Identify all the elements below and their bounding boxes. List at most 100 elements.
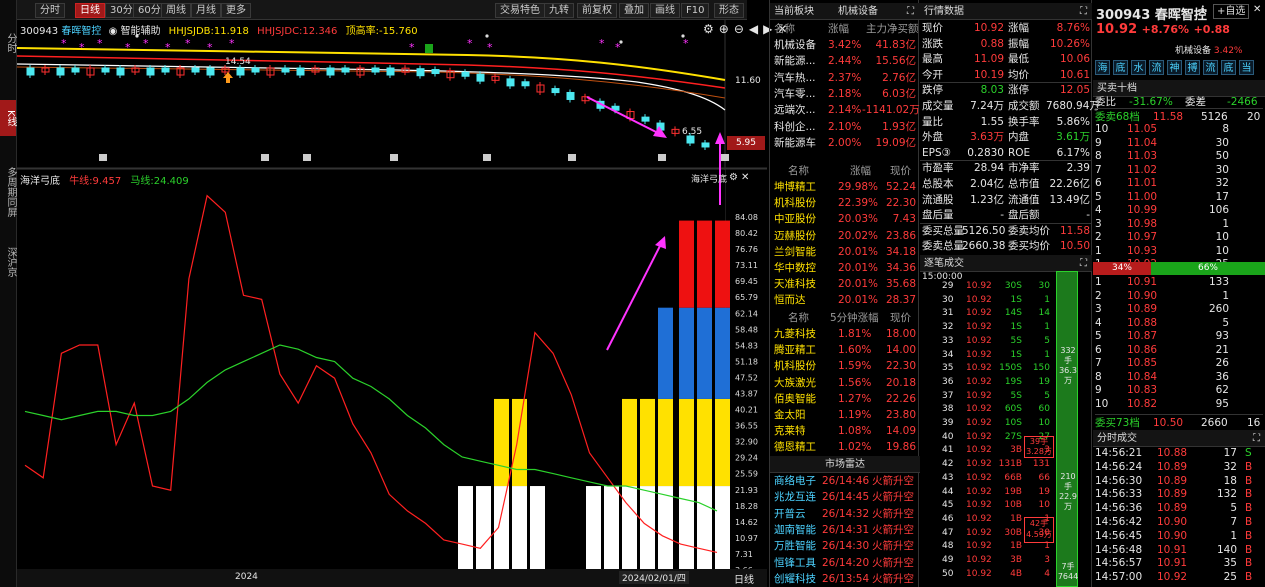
stock-sector-tag[interactable]: 机械设备 3.42% [1175,43,1242,56]
gainer-row[interactable]: 坤博精工 29.98% 52.24 [774,179,916,195]
gainer5-row[interactable]: 佰奥智能 1.27% 22.26 [774,391,916,407]
gainer5-row[interactable]: 腾亚精工 1.60% 14.00 [774,342,916,358]
osc-y-tick: 80.42 [735,229,758,238]
feature-flag[interactable]: 水 [1131,60,1146,75]
book-row[interactable]: 4 10.88 5 [1095,317,1263,330]
sector-current[interactable]: 机械设备 [838,3,878,20]
book-level: 1 [1095,276,1102,288]
draw-line-button[interactable]: 画线 [650,3,680,18]
gainer-row[interactable]: 华中数控 20.01% 34.36 [774,260,916,276]
gainer5-row[interactable]: 机科股份 1.59% 22.30 [774,358,916,374]
book-row[interactable]: 2 10.97 10 [1095,231,1263,244]
book-row[interactable]: 9 10.83 62 [1095,384,1263,397]
book-row[interactable]: 3 10.89 260 [1095,303,1263,316]
pattern-button[interactable]: 形态 [714,3,744,18]
period-timeshare-button[interactable]: 分时 [35,3,65,18]
book-row[interactable]: 7 11.02 30 [1095,164,1263,177]
tick-volume: 3B [1010,445,1022,456]
gainer-row[interactable]: 机科股份 22.39% 22.30 [774,195,916,211]
gainer5-row[interactable]: 德恩精工 1.02% 19.86 [774,439,916,455]
book-row[interactable]: 10 11.05 8 [1095,123,1263,136]
star-marker: * [165,41,171,54]
radar-row[interactable]: 迦南智能 26/14:31 火箭升空 [774,522,916,538]
overlay-button[interactable]: 叠加 [619,3,649,18]
feature-flag[interactable]: 当 [1239,60,1254,75]
gainer-row[interactable]: 迈赫股份 20.02% 23.86 [774,228,916,244]
oscillator-y-ticks: 84.08 80.42 76.76 73.11 69.45 65.79 62.14 58.48… [735,213,758,575]
more-button[interactable]: 更多 [221,3,251,18]
book-volume: 93 [1215,330,1229,342]
book-row[interactable]: 2 10.90 1 [1095,290,1263,303]
radar-row[interactable]: 万胜智能 26/14:30 火箭升空 [774,538,916,554]
tab-market[interactable]: 深沪京 [0,236,16,288]
book-row[interactable]: 5 11.00 17 [1095,191,1263,204]
sector-row[interactable]: 新能源车 2.00% 19.09亿 [774,135,916,151]
chart-area[interactable]: * * * * * * * * * * * * * * * 84.08 80.42 76.76 73.11 69.4… [17,20,787,587]
nine-turn-button[interactable]: 九转 [544,3,574,18]
book-level: 4 [1095,204,1102,216]
period-month-button[interactable]: 月线 [191,3,221,18]
radar-name: 兆龙互连 [774,491,816,504]
radar-row[interactable]: 兆龙互连 26/14:45 火箭升空 [774,489,916,505]
sector-row[interactable]: 机械设备 3.42% 41.83亿 [774,37,916,53]
book-row[interactable]: 6 11.01 32 [1095,177,1263,190]
tab-multi-period[interactable]: 多周期同屏 [0,160,16,224]
gainer-row[interactable]: 恒而达 20.01% 28.37 [774,292,916,308]
book-row[interactable]: 6 10.86 21 [1095,344,1263,357]
book-row[interactable]: 1 10.91 133 [1095,276,1263,289]
add-watchlist-button[interactable]: +自选 [1213,4,1250,19]
book-row[interactable]: 1 10.93 10 [1095,245,1263,258]
gainer-row[interactable]: 天准科技 20.01% 35.68 [774,276,916,292]
book-row[interactable]: 7 10.85 26 [1095,357,1263,370]
radar-row[interactable]: 商络电子 26/14:46 火箭升空 [774,473,916,489]
feature-flag[interactable]: 流 [1203,60,1218,75]
feature-flag[interactable]: 神 [1167,60,1182,75]
gainer5-row[interactable]: 克莱特 1.08% 14.09 [774,423,916,439]
sector-row[interactable]: 远端次... 2.14% -1141.02万 [774,102,920,118]
aux-label[interactable]: 智能辅助 [120,26,160,37]
book-row[interactable]: 4 10.99 106 [1095,204,1263,217]
pre-adjust-button[interactable]: 前复权 [577,3,617,18]
radar-row[interactable]: 恒锋工具 26/14:20 火箭升空 [774,555,916,571]
gainer5-row[interactable]: 大族激光 1.56% 20.18 [774,375,916,391]
osc-panel-icons[interactable]: ⚙✕ [729,172,752,183]
book-row[interactable]: 8 11.03 50 [1095,150,1263,163]
book-level: 8 [1095,150,1102,162]
tab-kline[interactable]: K线 [0,100,16,136]
book-row[interactable]: 10 10.82 95 [1095,398,1263,411]
sector-row[interactable]: 汽车零... 2.18% 6.03亿 [774,86,916,102]
feature-flag[interactable]: 流 [1149,60,1164,75]
info-icon[interactable]: ℹ [1201,5,1205,16]
book-row[interactable]: 5 10.87 93 [1095,330,1263,343]
feature-flag[interactable]: 海 [1095,60,1110,75]
gainer-row[interactable]: 兰剑智能 20.01% 34.18 [774,244,916,260]
sector-row[interactable]: 科创企... 2.10% 1.93亿 [774,119,916,135]
expand-icon[interactable]: ⛶ [1080,255,1087,272]
bottom-marker [303,154,311,161]
sector-pct: 2.10% [828,120,862,133]
period-week-button[interactable]: 周线 [161,3,191,18]
book-row[interactable]: 3 10.98 1 [1095,218,1263,231]
f10-button[interactable]: F10 [681,3,710,18]
trade-feature-button[interactable]: 交易特色 [495,3,545,18]
gainer5-row[interactable]: 金太阳 1.19% 23.80 [774,407,916,423]
expand-icon[interactable]: ⛶ [1080,3,1087,20]
feature-flag[interactable]: 底 [1113,60,1128,75]
sector-row[interactable]: 新能源... 2.44% 15.56亿 [774,53,916,69]
buy-sell-ratio-bar: 34% 66% [1093,262,1265,275]
radar-row[interactable]: 开普云 26/14:32 火箭升空 [774,506,916,522]
radar-row[interactable]: 创耀科技 26/13:54 火箭升空 [774,571,916,587]
book-row[interactable]: 8 10.84 36 [1095,371,1263,384]
tab-timeshare[interactable]: 分时 [0,28,16,58]
close-icon[interactable]: ✕ [1253,4,1261,15]
period-day-button[interactable]: 日线 [75,3,105,18]
expand-icon[interactable]: ⛶ [907,3,914,20]
sector-row[interactable]: 汽车热... 2.37% 2.76亿 [774,70,916,86]
kline-and-oscillator-chart[interactable]: * * * * * * * * * * * * * * * 84.0880.4276.7673.1169.4… [17,20,767,587]
expand-icon[interactable]: ⛶ [1253,430,1260,447]
book-row[interactable]: 9 11.04 30 [1095,137,1263,150]
feature-flag[interactable]: 搏 [1185,60,1200,75]
gainer5-row[interactable]: 九菱科技 1.81% 18.00 [774,326,916,342]
gainer-row[interactable]: 中亚股份 20.03% 7.43 [774,211,916,227]
feature-flag[interactable]: 底 [1221,60,1236,75]
